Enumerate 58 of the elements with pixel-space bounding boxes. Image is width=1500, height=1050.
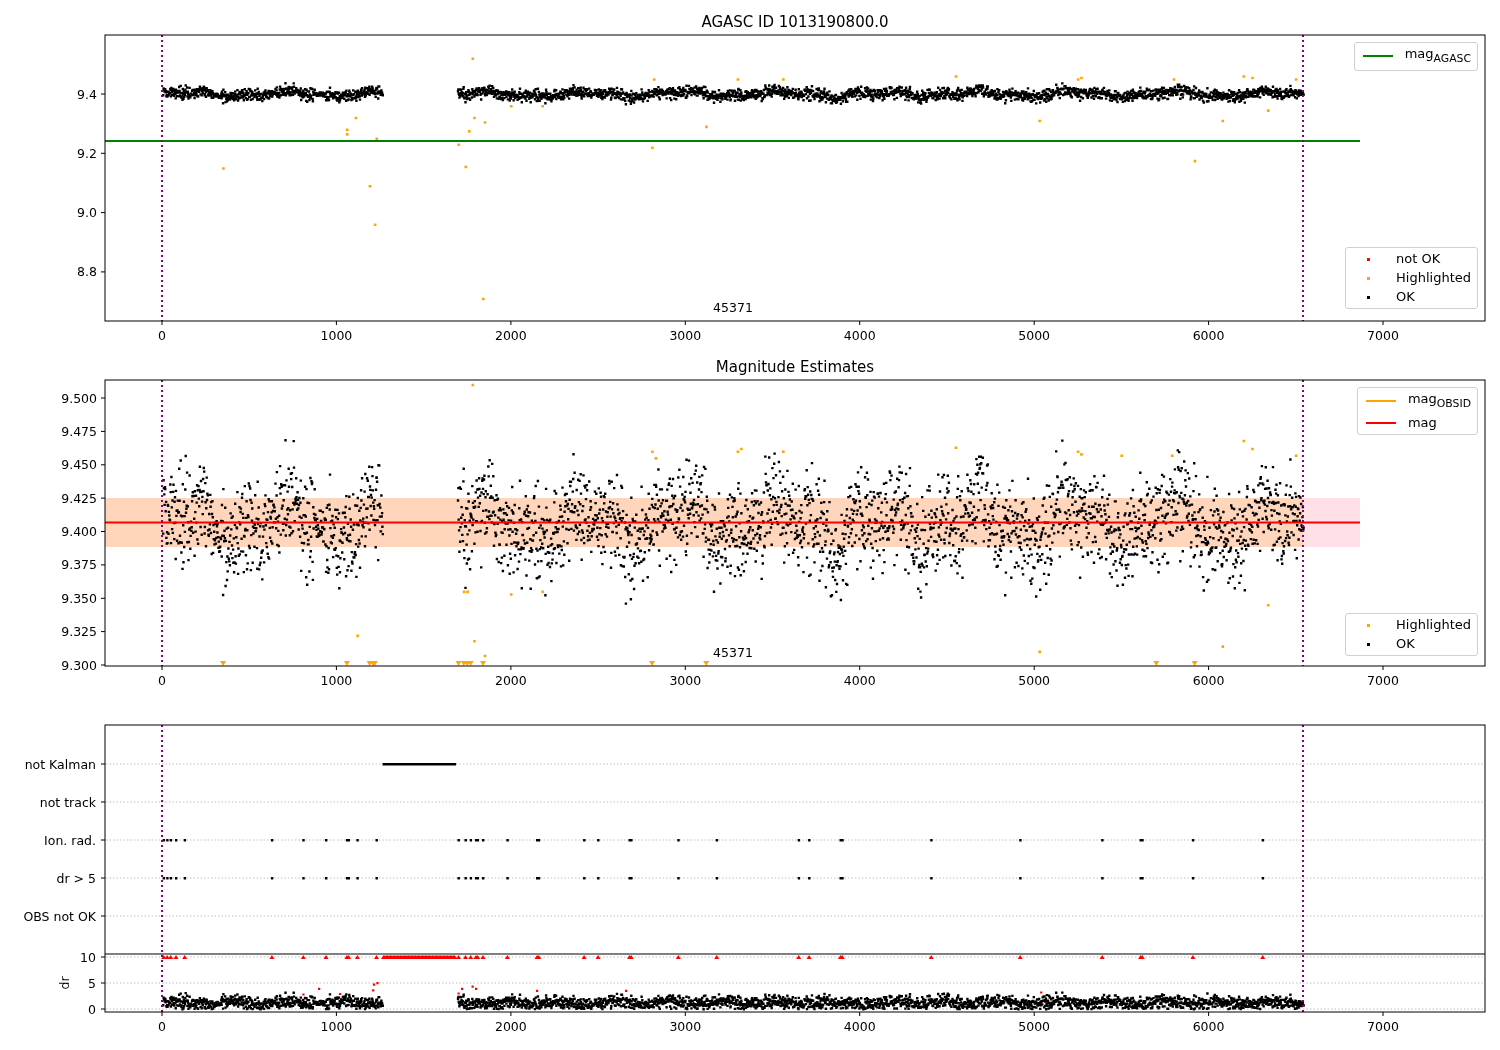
axis-tick-label: 10 xyxy=(80,949,96,965)
axis-tick-label: 5000 xyxy=(1018,1019,1051,1034)
axis-tick-label: 7000 xyxy=(1367,328,1399,343)
axis-tick-label: 9.350 xyxy=(61,590,97,606)
axis-tick-label: 5 xyxy=(88,975,96,991)
axis-tick-label: 5000 xyxy=(1018,328,1051,343)
flag-row-label: OBS not OK xyxy=(23,908,96,924)
axis-tick-label: 6000 xyxy=(1192,1019,1225,1034)
axis-tick-label: 9.400 xyxy=(61,524,97,539)
count-label: 45371 xyxy=(713,645,753,660)
axis-tick-label: 0 xyxy=(158,1019,166,1034)
axis-tick-label: 8.8 xyxy=(77,264,97,280)
axis-tick-label: 9.0 xyxy=(77,205,97,221)
chart-title: AGASC ID 1013190800.0 xyxy=(701,13,889,31)
count-label: 45371 xyxy=(713,300,753,315)
axis-tick-label: 1000 xyxy=(320,1019,353,1034)
axis-tick-label: 3000 xyxy=(669,1019,702,1034)
axis-tick-label: 4000 xyxy=(843,673,876,688)
flag-row-label: not track xyxy=(39,794,96,810)
axis-tick-label: 1000 xyxy=(320,673,353,688)
flag-row-label: dr > 5 xyxy=(56,870,96,886)
axis-tick-label: 4000 xyxy=(843,328,876,343)
legend-label: OK xyxy=(1396,289,1415,305)
axis-label: dr xyxy=(57,976,72,990)
legend-label: mag$_{AGASC}$ xyxy=(1404,46,1471,67)
axis-tick-label: 9.375 xyxy=(61,557,97,573)
legend-label: Highlighted xyxy=(1396,617,1471,633)
axis-tick-label: 9.500 xyxy=(61,390,97,406)
axis-tick-label: 2000 xyxy=(494,328,527,343)
axis-tick-label: 9.450 xyxy=(61,457,97,473)
axis-tick-label: 3000 xyxy=(669,673,702,688)
axis-tick-label: 7000 xyxy=(1367,1019,1399,1034)
axis-tick-label: 9.425 xyxy=(61,490,97,506)
axis-tick-label: 2000 xyxy=(494,1019,527,1034)
axis-tick-label: 2000 xyxy=(494,673,527,688)
axis-tick-label: 3000 xyxy=(669,328,702,343)
axis-tick-label: 6000 xyxy=(1192,673,1225,688)
flag-row-label: Ion. rad. xyxy=(44,832,96,848)
axis-tick-label: 9.2 xyxy=(77,145,97,161)
axis-tick-label: 9.4 xyxy=(77,86,97,102)
axis-tick-label: 4000 xyxy=(843,1019,876,1034)
axis-tick-label: 6000 xyxy=(1192,328,1225,343)
axis-tick-label: 7000 xyxy=(1367,673,1399,688)
axis-tick-label: 0 xyxy=(158,328,166,343)
legend-label: not OK xyxy=(1396,251,1441,267)
axis-tick-label: 5000 xyxy=(1018,673,1051,688)
axis-tick-label: 0 xyxy=(88,1001,96,1017)
axis-tick-label: 0 xyxy=(158,673,166,688)
axis-tick-label: 9.325 xyxy=(61,624,97,640)
axis-tick-label: 9.300 xyxy=(61,657,97,673)
legend-label: OK xyxy=(1396,636,1415,652)
legend-label: mag$_{OBSID}$ xyxy=(1407,391,1471,412)
axis-tick-label: 1000 xyxy=(320,328,353,343)
legend-label: Highlighted xyxy=(1396,270,1471,286)
flag-row-label: not Kalman xyxy=(24,756,96,772)
axis-tick-label: 9.475 xyxy=(61,423,97,439)
chart-title: Magnitude Estimates xyxy=(715,358,875,376)
legend-label: mag xyxy=(1407,414,1437,431)
